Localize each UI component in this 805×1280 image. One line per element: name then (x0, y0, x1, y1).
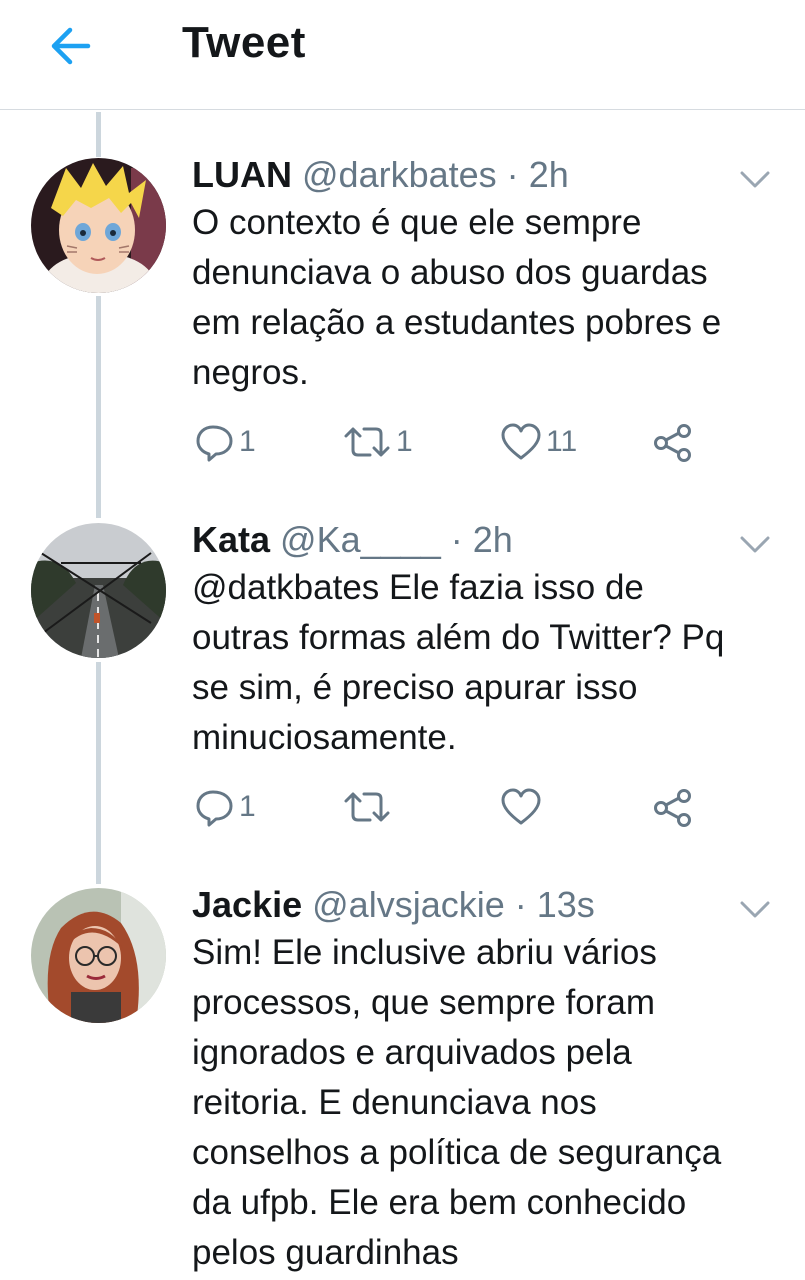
user-handle[interactable]: @alvsjackie (312, 884, 505, 925)
share-button[interactable] (652, 422, 694, 464)
tweet-text-line: Sim! Ele inclusive abriu vários (192, 933, 657, 972)
tweet-text-line: em relação a estudantes pobres e (192, 303, 722, 342)
like-count: 11 (546, 425, 578, 458)
back-arrow-icon (51, 27, 91, 65)
tweet-text-line: processos, que sempre foram (192, 983, 655, 1022)
tweet-meta: Jackie @alvsjackie · 13s (192, 880, 595, 930)
chevron-down-icon[interactable] (738, 527, 772, 561)
timestamp[interactable]: 2h (529, 154, 569, 195)
retweet-button[interactable] (342, 787, 396, 827)
share-button[interactable] (652, 787, 694, 829)
separator-dot: · (450, 519, 463, 560)
heart-icon (501, 423, 541, 460)
display-name[interactable]: Jackie (192, 884, 302, 925)
display-name[interactable]: Kata (192, 519, 270, 560)
tweet-text: O contexto é que ele sempre denunciava o… (192, 198, 782, 398)
tweet-meta: LUAN @darkbates · 2h (192, 150, 569, 200)
tweet-text: @datkbates Ele fazia isso de outras form… (192, 563, 782, 763)
tweet-text-line: negros. (192, 353, 309, 392)
user-handle[interactable]: @darkbates (302, 154, 497, 195)
avatar[interactable] (31, 523, 166, 658)
tweet-meta: Kata @Ka____ · 2h (192, 515, 513, 565)
tweet-text-line: outras formas além do Twitter? Pq (192, 618, 725, 657)
tweet-text-line: denunciava o abuso dos guardas (192, 253, 708, 292)
reply-icon (196, 425, 233, 462)
share-icon (654, 789, 691, 827)
reply-count: 1 (239, 425, 256, 458)
tweet-text-line: O contexto é que ele sempre (192, 203, 642, 242)
page-title: Tweet (182, 18, 306, 67)
avatar[interactable] (31, 158, 166, 293)
like-button[interactable]: 11 (500, 422, 577, 462)
timestamp[interactable]: 2h (473, 519, 513, 560)
tweet[interactable]: Kata @Ka____ · 2h @datkbates Ele fazia i… (0, 515, 805, 845)
retweet-count: 1 (396, 425, 413, 458)
share-icon (654, 424, 691, 462)
timestamp[interactable]: 13s (537, 884, 595, 925)
tweet-text-line: ignorados e arquivados pela (192, 1033, 632, 1072)
separator-dot: · (514, 884, 527, 925)
heart-icon (501, 788, 541, 825)
tweet-text-line: minuciosamente. (192, 718, 457, 757)
tweet-text: Sim! Ele inclusive abriu vários processo… (192, 928, 782, 1278)
tweet[interactable]: LUAN @darkbates · 2h O contexto é que el… (0, 150, 805, 480)
tweet-text-line: conselhos a política de segurança (192, 1133, 722, 1172)
user-handle[interactable]: @Ka____ (280, 519, 441, 560)
tweet-text-line: da ufpb. Ele era bem conhecido (192, 1183, 687, 1222)
back-button[interactable] (40, 18, 100, 74)
tweet-text-line: se sim, é preciso apurar isso (192, 668, 638, 707)
reply-icon (196, 790, 233, 827)
reply-button[interactable]: 1 (195, 422, 256, 462)
display-name[interactable]: LUAN (192, 154, 292, 195)
tweet-text-line: pelos guardinhas (192, 1233, 459, 1272)
tweet-text-line: reitoria. E denunciava nos (192, 1083, 597, 1122)
separator-dot: · (506, 154, 519, 195)
top-bar: Tweet (0, 0, 805, 110)
chevron-down-icon[interactable] (738, 892, 772, 926)
tweet-text-line: @datkbates Ele fazia isso de (192, 568, 644, 607)
chevron-down-icon[interactable] (738, 162, 772, 196)
retweet-button[interactable]: 1 (342, 422, 413, 462)
avatar[interactable] (31, 888, 166, 1023)
retweet-icon (344, 427, 390, 457)
reply-button[interactable]: 1 (195, 787, 256, 827)
tweet[interactable]: Jackie @alvsjackie · 13s Sim! Ele inclus… (0, 880, 805, 1280)
retweet-icon (344, 792, 390, 822)
reply-count: 1 (239, 790, 256, 823)
like-button[interactable] (500, 787, 546, 827)
